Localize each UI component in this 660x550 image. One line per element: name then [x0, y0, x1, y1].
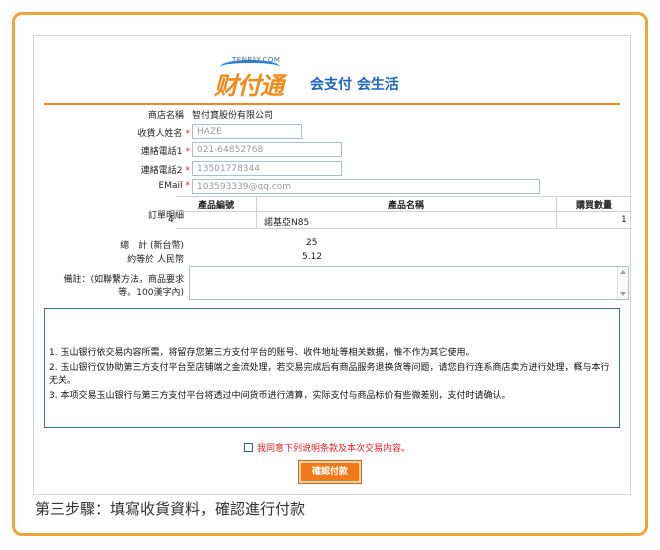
order-header-divider	[176, 211, 632, 212]
store-label: 商店名稱	[147, 111, 184, 121]
tenpay-logo: TENPAY.COM 财付通 会支付 会生活	[210, 56, 410, 100]
approx-value: 5.12	[302, 252, 323, 262]
agree-row[interactable]: 我同意下列说明条款及本次交易内容。	[244, 441, 410, 454]
memo-label: 備註：(如聯繫方法，商品要求 等。100漢字內)	[63, 275, 184, 298]
phone1-label: 連絡電話1 *	[140, 147, 190, 157]
header-divider	[44, 103, 620, 105]
scroll-up-icon[interactable]	[620, 270, 626, 274]
order-cell-name: 諾基亞N85	[264, 218, 310, 228]
total-value: 25	[306, 238, 318, 248]
logo-slogan: 会支付 会生活	[310, 77, 399, 93]
order-header-qty: 購買數量	[575, 201, 612, 211]
order-col-divider	[556, 197, 557, 228]
approx-label: 約等於 人民幣	[127, 255, 184, 265]
phone1-input[interactable]: 021-64852768	[192, 142, 342, 157]
payment-panel: TENPAY.COM 财付通 会支付 会生活 商店名稱 智付寶股份有限公司 收貨…	[33, 35, 632, 495]
order-col-divider	[256, 197, 257, 228]
agree-checkbox[interactable]	[244, 443, 253, 452]
confirm-payment-button[interactable]: 確認付款	[298, 460, 362, 484]
notice-item: 1. 玉山银行依交易内容所需，将留存您第三方支付平台的账号、收件地址等相关数据，…	[49, 348, 475, 358]
order-header-name: 產品名稱	[387, 201, 424, 211]
notice-item: 3. 本项交易玉山银行与第三方支付平台将透过中间货币进行清算，实际支付与商品标价…	[49, 391, 511, 401]
order-table: 產品編號 產品名稱 購買數量 4 諾基亞N85 1	[168, 196, 632, 230]
order-bottom-divider	[176, 228, 632, 229]
email-input[interactable]: 103593339@qq.com	[192, 179, 540, 194]
agree-text: 我同意下列说明条款及本次交易内容。	[257, 444, 411, 454]
logo-brand-small: TENPAY.COM	[232, 56, 281, 64]
order-cell-qty: 1	[621, 215, 627, 225]
order-cell-id: 4	[168, 215, 174, 225]
memo-scrollbar[interactable]	[617, 267, 628, 299]
order-header-id: 產品編號	[197, 201, 234, 211]
name-label: 收貨人姓名 *	[137, 129, 190, 139]
notice-item: 2. 玉山银行仅协助第三方支付平台至店铺端之金流处理，若交易完成后有商品服务退换…	[49, 363, 610, 386]
phone2-label: 連絡電話2 *	[140, 166, 190, 176]
logo-brand-cn: 财付通	[214, 71, 284, 100]
terms-notice: 1. 玉山银行依交易内容所需，将留存您第三方支付平台的账号、收件地址等相关数据，…	[44, 308, 620, 428]
phone2-input[interactable]: 13501778344	[192, 161, 342, 176]
total-label: 總 計 (新台幣)	[120, 241, 184, 251]
store-value: 智付寶股份有限公司	[192, 111, 274, 121]
step-caption: 第三步驟：填寫收貨資料，確認進行付款	[35, 500, 306, 518]
scroll-down-icon[interactable]	[620, 292, 626, 296]
step-frame: TENPAY.COM 财付通 会支付 会生活 商店名稱 智付寶股份有限公司 收貨…	[12, 12, 648, 536]
email-label: EMail *	[158, 181, 190, 191]
memo-textarea[interactable]	[189, 266, 629, 300]
receiver-name-input[interactable]: HAZE	[192, 124, 302, 139]
